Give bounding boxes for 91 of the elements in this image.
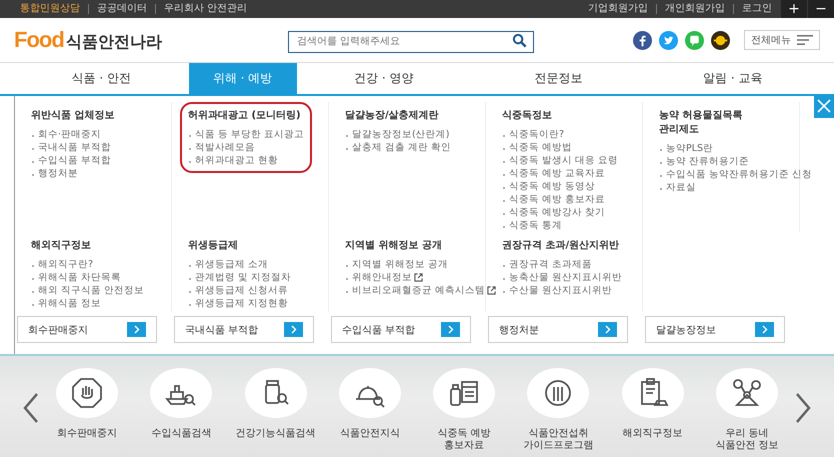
menu-link[interactable]: 살충제 검출 계란 확인 (345, 141, 452, 154)
shortcut-label[interactable]: 우리 동네 식품안전 정보 (715, 428, 778, 452)
menu-link[interactable]: 행정처분 (31, 167, 78, 180)
menu-heading: 지역별 위해정보 공개 (345, 239, 443, 252)
menu-link[interactable]: 농축산물 원산지표시위반 (502, 271, 622, 284)
top-link[interactable]: 로그인 (733, 4, 780, 14)
nav-tab[interactable]: 위해 · 예방 (188, 63, 296, 94)
menu-heading: 식중독정보 (502, 109, 553, 122)
quick-link-label: 국내식품 부적합 (185, 324, 258, 336)
menu-link[interactable]: 위생등급제 신청서류 (188, 284, 288, 297)
external-link-icon (487, 286, 496, 295)
quick-link-button[interactable]: 국내식품 부적합 (174, 316, 314, 343)
quick-link-label: 행정처분 (499, 324, 539, 336)
menu-heading: 달걀농장/살충제계란 (345, 109, 440, 122)
menu-link[interactable]: 식중독 예방강사 찾기 (502, 206, 606, 219)
menu-link[interactable]: 식중독이란? (502, 128, 564, 141)
shortcut-label[interactable]: 회수판매중지 (57, 428, 118, 440)
all-menu-button[interactable]: 전체메뉴 (744, 30, 820, 50)
menu-link[interactable]: 달걀농장정보(산란계) (345, 128, 450, 141)
chevron-right-icon (127, 322, 146, 337)
menu-link[interactable]: 비브리오패혈증균 예측시스템 (345, 284, 486, 297)
menu-link[interactable]: 해외 직구식품 안전정보 (31, 284, 144, 297)
shortcut-label[interactable]: 식품안전지식 (340, 428, 400, 440)
menu-heading: 위생등급제 (188, 239, 239, 252)
menu-link[interactable]: 농약PLS란 (659, 142, 714, 155)
quick-link-button[interactable]: 수입식품 부적합 (331, 316, 471, 343)
chevron-right-icon (284, 322, 303, 337)
menu-link[interactable]: 수산물 원산지표시위반 (502, 284, 612, 297)
menu-heading: 허위과대광고 (모니터링) (188, 109, 302, 122)
menu-link[interactable]: 위생등급제 소개 (188, 258, 268, 271)
quick-link-label: 달걀농장정보 (656, 324, 716, 336)
zoom-button[interactable]: + (781, 0, 807, 18)
menu-link[interactable]: 권장규격 초과제품 (502, 258, 592, 271)
search-field[interactable]: 검색어를 입력해주세요 (288, 30, 534, 52)
menu-link[interactable]: 지역별 위해정보 공개 (345, 258, 448, 271)
chevron-right-icon (598, 322, 617, 337)
menu-link[interactable]: 식중독 발생시 대응 요령 (502, 154, 618, 167)
quick-link-label: 회수판매중지 (28, 324, 88, 336)
menu-link[interactable]: 농약 잔류허용기준 (659, 155, 750, 168)
menu-link[interactable]: 수입식품 농약잔류허용기준 신청 (659, 168, 812, 181)
external-link-icon (414, 273, 423, 282)
quick-link-button[interactable]: 회수판매중지 (17, 316, 157, 343)
top-link[interactable]: 공공데이터 (88, 4, 155, 14)
menu-link[interactable]: 해외직구란? (31, 258, 94, 271)
nav-tab[interactable]: 건강 · 영양 (296, 63, 471, 94)
chevron-right-icon (755, 322, 774, 337)
nav-tab[interactable]: 식품 · 안전 (14, 63, 188, 94)
quick-link-label: 수입식품 부적합 (342, 324, 416, 336)
chevron-right-icon (441, 322, 460, 337)
top-link[interactable]: 통합민원상담 (12, 4, 88, 14)
menu-link[interactable]: 회수·판매중지 (31, 128, 102, 141)
menu-link[interactable]: 관계법령 및 지정절차 (188, 271, 292, 284)
menu-link[interactable]: 위해식품 차단목록 (31, 271, 122, 284)
facebook-icon[interactable] (633, 30, 652, 50)
menu-link[interactable]: 식중독 통계 (502, 219, 562, 232)
top-link[interactable]: 개인회원가입 (656, 4, 733, 14)
shortcut-label[interactable]: 수입식품검색 (151, 428, 212, 440)
zoom-button[interactable]: − (808, 0, 834, 18)
shortcut-label[interactable]: 식중독 예방 홍보자료 (438, 428, 491, 452)
menu-link[interactable]: 허위과대광고 현황 (188, 154, 278, 167)
bird-icon[interactable] (659, 30, 678, 50)
nav-tab[interactable]: 알림 · 교육 (646, 63, 820, 94)
menu-link[interactable]: 적발사례모음 (188, 141, 255, 154)
quick-link-button[interactable]: 달걀농장정보 (645, 316, 785, 343)
close-button[interactable] (814, 94, 834, 118)
coin-icon[interactable] (711, 30, 730, 50)
menu-icon (797, 35, 813, 45)
top-link[interactable]: 기업회원가입 (580, 4, 656, 14)
search-icon[interactable] (512, 33, 527, 48)
menu-link[interactable]: 식중독 예방 동영상 (502, 180, 596, 193)
menu-link[interactable]: 식중독 예방 홍보자료 (502, 193, 606, 206)
shortcut-label[interactable]: 건강기능식품검색 (236, 428, 316, 440)
menu-link[interactable]: 국내식품 부적합 (31, 141, 112, 154)
menu-link[interactable]: 식중독 예방법 (502, 141, 572, 154)
menu-heading: 권장규격 초과/원산지위반 (502, 239, 620, 252)
menu-link[interactable]: 자료실 (659, 181, 696, 194)
menu-heading: 농약 허용물질목록 관리제도 (659, 109, 744, 136)
shortcut-label[interactable]: 해외직구정보 (622, 428, 683, 440)
top-link[interactable]: 우리회사 안전관리 (155, 4, 256, 14)
quick-link-button[interactable]: 행정처분 (488, 316, 628, 343)
nav-tab[interactable]: 전문정보 (471, 63, 646, 94)
menu-heading: 해외직구정보 (31, 239, 92, 252)
menu-link[interactable]: 식품 등 부당한 표시광고 (188, 128, 304, 141)
menu-link[interactable]: 위해식품 정보 (31, 297, 102, 310)
menu-link[interactable]: 위해안내정보 (345, 271, 412, 284)
menu-heading: 위반식품 업체정보 (31, 109, 114, 122)
site-logo[interactable]: Food식품안전나라 (14, 27, 288, 53)
shortcut-label[interactable]: 식품안전섭취 가이드프로그램 (523, 428, 594, 452)
menu-link[interactable]: 위생등급제 지정현황 (188, 297, 288, 310)
menu-link[interactable]: 식중독 예방 교육자료 (502, 167, 606, 180)
menu-link[interactable]: 수입식품 부적합 (31, 154, 112, 167)
